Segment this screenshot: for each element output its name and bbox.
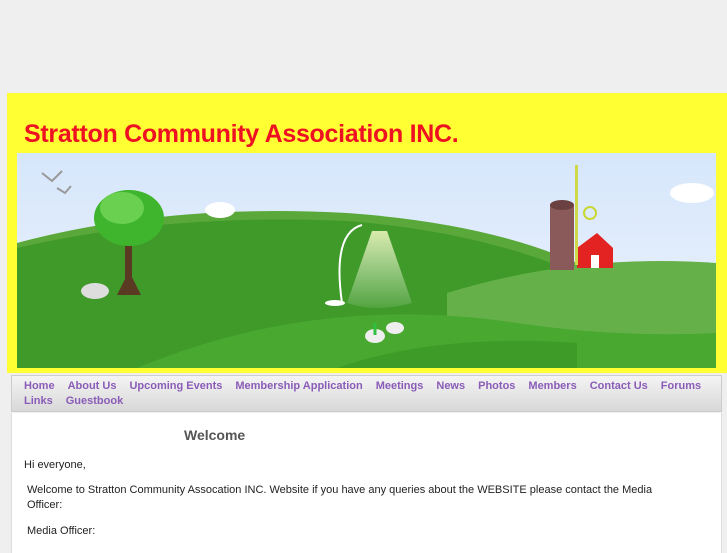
nav-members[interactable]: Members [528, 379, 576, 394]
nav-meetings[interactable]: Meetings [376, 379, 424, 394]
nav-links[interactable]: Links [24, 394, 53, 409]
main-nav: Home About Us Upcoming Events Membership Ap… [11, 375, 722, 412]
intro-text: Welcome to Stratton Community Assocation… [27, 484, 653, 511]
nav-upcoming-events[interactable]: Upcoming Events [129, 379, 222, 394]
nav-guestbook[interactable]: Guestbook [66, 394, 123, 409]
nav-forums[interactable]: Forums [661, 379, 701, 394]
nav-contact-us[interactable]: Contact Us [590, 379, 648, 394]
nav-about-us[interactable]: About Us [68, 379, 117, 394]
greeting-text: Hi everyone, [24, 459, 86, 471]
nav-membership-application[interactable]: Membership Application [235, 379, 362, 394]
site-title: Stratton Community Association INC. [24, 120, 459, 148]
media-officer-label: Media Officer: [27, 525, 96, 537]
page-heading: Welcome [184, 427, 246, 443]
nav-photos[interactable]: Photos [478, 379, 515, 394]
banner-image [17, 153, 716, 368]
nav-home[interactable]: Home [24, 379, 55, 394]
main-content: Welcome Hi everyone, Welcome to Stratton… [11, 413, 722, 553]
nav-news[interactable]: News [436, 379, 465, 394]
